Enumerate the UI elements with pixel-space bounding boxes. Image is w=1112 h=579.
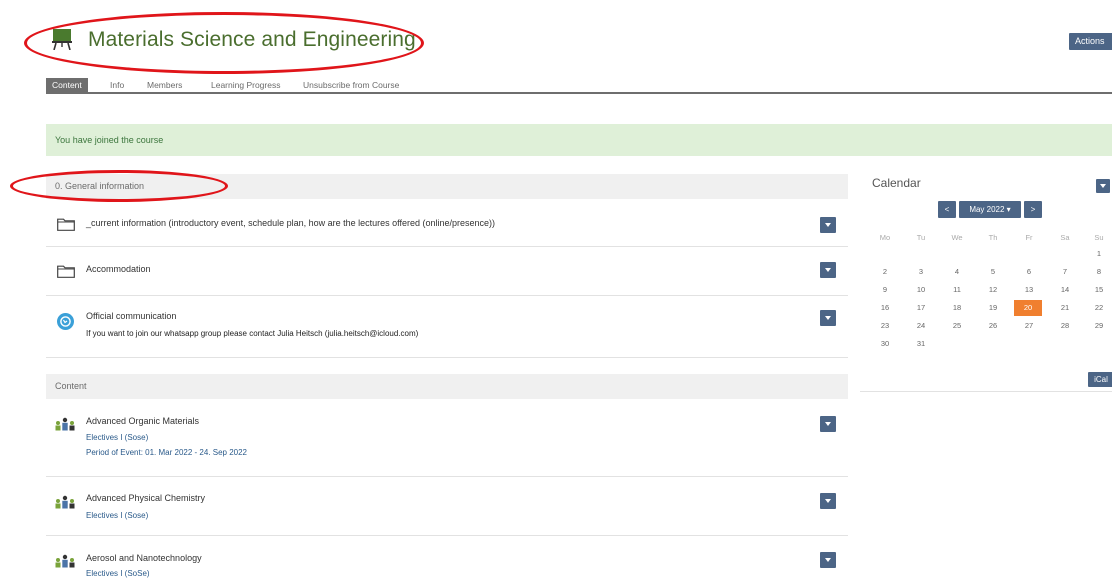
item-actions-dropdown[interactable] bbox=[820, 416, 836, 432]
item-title-advanced-organic-materials[interactable]: Advanced Organic Materials bbox=[86, 416, 199, 426]
calendar-day[interactable]: 15 bbox=[1084, 282, 1112, 298]
item-actions-dropdown[interactable] bbox=[820, 310, 836, 326]
tab-unsubscribe[interactable]: Unsubscribe from Course bbox=[303, 78, 399, 92]
calendar-day[interactable]: 12 bbox=[978, 282, 1008, 298]
group-icon bbox=[55, 495, 75, 509]
actions-button[interactable]: Actions bbox=[1069, 33, 1112, 50]
calendar-day[interactable]: 7 bbox=[1050, 264, 1080, 280]
item-actions-dropdown[interactable] bbox=[820, 493, 836, 509]
calendar-day[interactable]: 13 bbox=[1014, 282, 1044, 298]
calendar-day[interactable]: 27 bbox=[1014, 318, 1044, 334]
item-actions-dropdown[interactable] bbox=[820, 552, 836, 568]
calendar-day[interactable]: 18 bbox=[942, 300, 972, 316]
calendar-actions-dropdown[interactable] bbox=[1096, 179, 1110, 193]
calendar-next-button[interactable]: > bbox=[1024, 201, 1042, 218]
calendar-day[interactable]: 22 bbox=[1084, 300, 1112, 316]
calendar-day[interactable]: 11 bbox=[942, 282, 972, 298]
calendar-weekday: Mo bbox=[879, 233, 891, 242]
calendar-prev-button[interactable]: < bbox=[938, 201, 956, 218]
calendar-day[interactable]: 29 bbox=[1084, 318, 1112, 334]
calendar-weekday: Tu bbox=[916, 233, 926, 242]
list-item: Advanced Organic Materials Electives I (… bbox=[46, 399, 848, 477]
group-icon bbox=[55, 417, 75, 431]
calendar-day[interactable]: 31 bbox=[906, 336, 936, 352]
calendar-day[interactable]: 17 bbox=[906, 300, 936, 316]
calendar-weekday: We bbox=[951, 233, 963, 242]
calendar-month-select[interactable]: May 2022 ▾ bbox=[959, 201, 1021, 218]
calendar-day[interactable]: 21 bbox=[1050, 300, 1080, 316]
calendar-day[interactable]: 5 bbox=[978, 264, 1008, 280]
list-item: Aerosol and Nanotechnology Electives I (… bbox=[46, 536, 848, 579]
calendar-day[interactable]: 6 bbox=[1014, 264, 1044, 280]
item-description: If you want to join our whatsapp group p… bbox=[86, 329, 419, 338]
item-subtitle: Electives I (Sose) bbox=[86, 433, 149, 442]
calendar-day[interactable]: 2 bbox=[870, 264, 900, 280]
item-title-aerosol-and-nanotechnology[interactable]: Aerosol and Nanotechnology bbox=[86, 553, 202, 563]
item-title-accommodation[interactable]: Accommodation bbox=[86, 264, 151, 274]
list-item: _current information (introductory event… bbox=[46, 199, 848, 247]
list-item: Advanced Physical Chemistry Electives I … bbox=[46, 477, 848, 536]
calendar-day[interactable]: 1 bbox=[1084, 246, 1112, 262]
calendar-day[interactable]: 26 bbox=[978, 318, 1008, 334]
calendar-day[interactable]: 9 bbox=[870, 282, 900, 298]
tab-learning-progress[interactable]: Learning Progress bbox=[211, 78, 280, 92]
folder-icon bbox=[57, 218, 75, 231]
calendar-day[interactable]: 16 bbox=[870, 300, 900, 316]
item-title-advanced-physical-chemistry[interactable]: Advanced Physical Chemistry bbox=[86, 493, 205, 503]
calendar-weekday: Su bbox=[1094, 233, 1104, 242]
calendar-day[interactable]: 19 bbox=[978, 300, 1008, 316]
calendar-day[interactable]: 4 bbox=[942, 264, 972, 280]
item-actions-dropdown[interactable] bbox=[820, 217, 836, 233]
calendar-day[interactable]: 10 bbox=[906, 282, 936, 298]
ical-button[interactable]: iCal bbox=[1088, 372, 1112, 387]
item-subtitle: Electives I (SoSe) bbox=[86, 569, 150, 578]
annotation-ellipse-section bbox=[10, 170, 228, 202]
item-period: Period of Event: 01. Mar 2022 - 24. Sep … bbox=[86, 448, 247, 457]
calendar-day[interactable]: 3 bbox=[906, 264, 936, 280]
section-content: Content bbox=[46, 374, 848, 399]
course-tabs: Content Info Members Learning Progress U… bbox=[46, 78, 1112, 94]
calendar-day[interactable]: 8 bbox=[1084, 264, 1112, 280]
calendar-panel: Calendar < May 2022 ▾ > Mo Tu We Th Fr Sa Su 1 2… bbox=[860, 170, 1112, 392]
tab-info[interactable]: Info bbox=[110, 78, 124, 92]
folder-icon bbox=[57, 265, 75, 278]
item-title-official-communication[interactable]: Official communication bbox=[86, 311, 176, 321]
list-item: Official communication If you want to jo… bbox=[46, 296, 848, 358]
tab-content[interactable]: Content bbox=[46, 78, 88, 92]
calendar-weekday: Th bbox=[988, 233, 998, 242]
page-header: Materials Science and Engineering Action… bbox=[0, 0, 1112, 78]
item-subtitle: Electives I (Sose) bbox=[86, 511, 149, 520]
annotation-ellipse-title bbox=[24, 12, 424, 74]
success-message: You have joined the course bbox=[46, 124, 1112, 156]
item-actions-dropdown[interactable] bbox=[820, 262, 836, 278]
calendar-weekday: Sa bbox=[1060, 233, 1070, 242]
list-item: Accommodation bbox=[46, 247, 848, 296]
group-icon bbox=[55, 554, 75, 568]
calendar-day[interactable]: 25 bbox=[942, 318, 972, 334]
calendar-day[interactable]: 30 bbox=[870, 336, 900, 352]
calendar-day-today[interactable]: 20 bbox=[1014, 300, 1042, 316]
calendar-weekday: Fr bbox=[1025, 233, 1033, 242]
calendar-title: Calendar bbox=[872, 176, 921, 190]
whatsapp-icon bbox=[57, 313, 74, 330]
calendar-day[interactable]: 14 bbox=[1050, 282, 1080, 298]
tab-members[interactable]: Members bbox=[147, 78, 182, 92]
calendar-day[interactable]: 23 bbox=[870, 318, 900, 334]
calendar-day[interactable]: 28 bbox=[1050, 318, 1080, 334]
item-title-current-information[interactable]: _current information (introductory event… bbox=[86, 218, 495, 228]
calendar-day[interactable]: 24 bbox=[906, 318, 936, 334]
